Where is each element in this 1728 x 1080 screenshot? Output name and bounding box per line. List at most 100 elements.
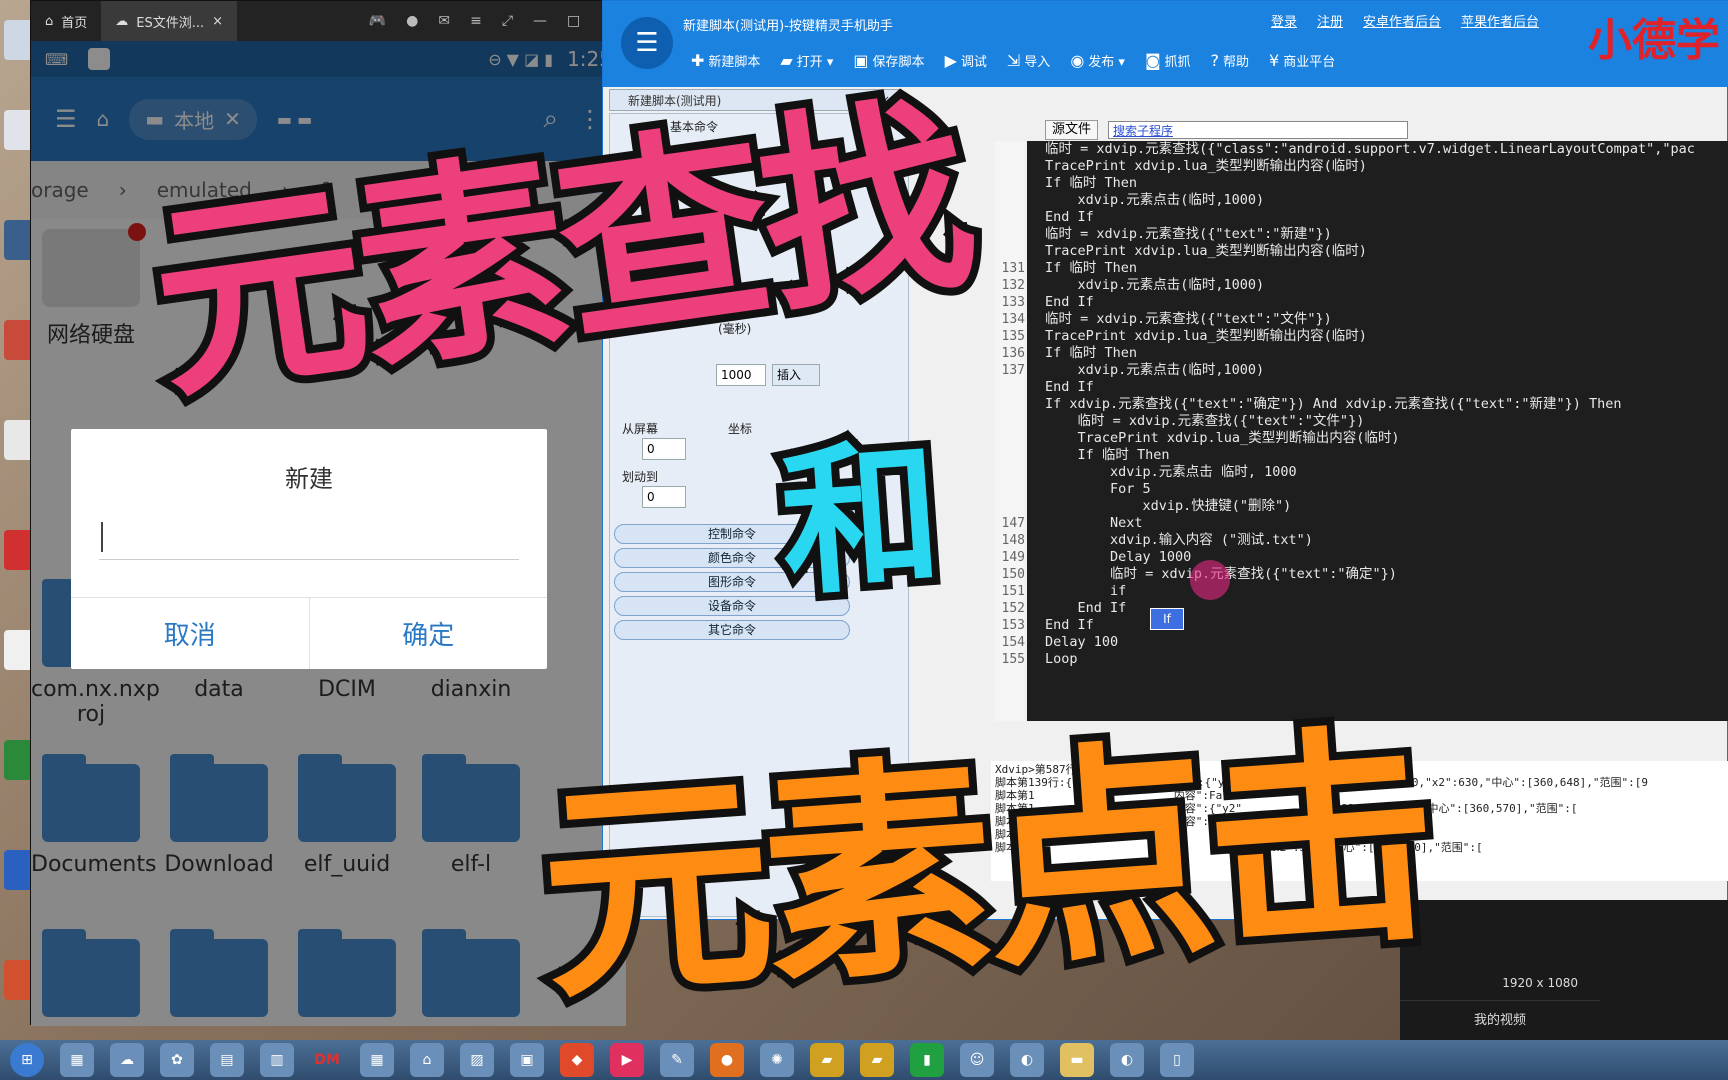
line-number xyxy=(995,226,1025,243)
code-line[interactable]: 临时 = xdvip.元素查找({"text":"确定"}) xyxy=(1045,566,1728,583)
taskbar-app-icon[interactable]: ▦ xyxy=(60,1043,94,1077)
code-line[interactable]: Delay 100 xyxy=(1045,634,1728,651)
code-line[interactable]: End If xyxy=(1045,379,1728,396)
start-button[interactable]: ⊞ xyxy=(10,1043,44,1077)
account-links: 登录 注册 安卓作者后台 苹果作者后台 xyxy=(1271,11,1539,30)
code-toolbar: 源文件 搜索子程序 xyxy=(1035,119,1725,141)
folder-icon[interactable]: ▬ xyxy=(1060,1043,1094,1077)
headline-element-click: 元素点击 xyxy=(525,695,1445,1039)
taskbar-app-icon[interactable]: ● xyxy=(710,1043,744,1077)
menu-icon[interactable]: ☰ xyxy=(621,17,673,69)
my-videos-button[interactable]: 我的视频 xyxy=(1400,1000,1600,1040)
taskbar-app-icon[interactable]: ☺ xyxy=(960,1043,994,1077)
code-line[interactable]: xdvip.元素点击(临时,1000) xyxy=(1045,192,1728,209)
taskbar-app-icon[interactable]: ▰ xyxy=(810,1043,844,1077)
restore-icon[interactable]: ⤢ xyxy=(502,13,513,29)
line-number: 131 xyxy=(1001,261,1025,276)
x1-input[interactable]: 0 xyxy=(642,438,686,460)
login-link[interactable]: 登录 xyxy=(1271,11,1297,30)
taskbar-app-icon[interactable]: ⌂ xyxy=(410,1043,444,1077)
code-line[interactable]: If 临时 Then xyxy=(1045,175,1728,192)
taskbar-app-icon[interactable]: ✎ xyxy=(660,1043,694,1077)
taskbar-app-icon[interactable]: ✺ xyxy=(760,1043,794,1077)
taskbar-app-icon[interactable]: ▤ xyxy=(210,1043,244,1077)
gamepad-icon[interactable]: 🎮 xyxy=(369,13,386,29)
ok-button[interactable]: 确定 xyxy=(310,598,548,669)
android-author-link[interactable]: 安卓作者后台 xyxy=(1363,11,1441,30)
code-line[interactable]: TracePrint xdvip.lua_类型判断输出内容(临时) xyxy=(1045,430,1728,447)
code-line[interactable]: End If xyxy=(1045,209,1728,226)
emulator-titlebar: ⌂首页 ☁ES文件浏...× 🎮 ● ✉ ≡ ⤢ — □ ✕ xyxy=(31,1,626,41)
line-numbers: 131 132 133 134 135 136 137 147 148 149 150 151 152… xyxy=(995,141,1025,721)
delay-input[interactable]: 1000 xyxy=(716,364,766,386)
taskbar-app-icon[interactable]: ◐ xyxy=(1110,1043,1144,1077)
maximize-icon[interactable]: □ xyxy=(567,13,580,29)
tab-label: ES文件浏... xyxy=(136,15,205,31)
code-line[interactable]: xdvip.元素点击(临时,1000) xyxy=(1045,277,1728,294)
business-button[interactable]: ¥ 商业平台 xyxy=(1269,51,1335,70)
code-line[interactable]: TracePrint xdvip.lua_类型判断输出内容(临时) xyxy=(1045,158,1728,175)
publish-button[interactable]: ◉ 发布 ▾ xyxy=(1070,51,1125,70)
register-link[interactable]: 注册 xyxy=(1317,11,1343,30)
code-line[interactable]: End If xyxy=(1045,617,1728,634)
dm-app-icon[interactable]: DM xyxy=(310,1043,344,1077)
code-line[interactable]: If 临时 Then xyxy=(1045,447,1728,464)
code-line[interactable]: xdvip.输入内容 ("测试.txt") xyxy=(1045,532,1728,549)
code-line[interactable]: xdvip.元素点击 临时, 1000 xyxy=(1045,464,1728,481)
resolution-label: 1920 x 1080 xyxy=(1502,976,1578,990)
taskbar-app-icon[interactable]: ◐ xyxy=(1010,1043,1044,1077)
import-button[interactable]: ⇲ 导入 xyxy=(1007,51,1050,70)
code-line[interactable]: For 5 xyxy=(1045,481,1728,498)
taskbar-app-icon[interactable]: ▥ xyxy=(260,1043,294,1077)
code-line[interactable]: 临时 = xdvip.元素查找({"text":"新建"}) xyxy=(1045,226,1728,243)
code-line[interactable]: TracePrint xdvip.lua_类型判断输出内容(临时) xyxy=(1045,328,1728,345)
code-line[interactable]: TracePrint xdvip.lua_类型判断输出内容(临时) xyxy=(1045,243,1728,260)
taskbar-app-icon[interactable]: ✿ xyxy=(160,1043,194,1077)
code-editor[interactable]: 临时 = xdvip.元素查找({"class":"android.suppor… xyxy=(1027,141,1728,721)
cloud-icon[interactable]: ☁ xyxy=(110,1043,144,1077)
search-subroutine-input[interactable]: 搜索子程序 xyxy=(1108,121,1409,139)
minimize-icon[interactable]: — xyxy=(533,13,547,29)
x2-input[interactable]: 0 xyxy=(642,486,686,508)
code-line[interactable]: xdvip.元素点击(临时,1000) xyxy=(1045,362,1728,379)
code-line[interactable]: Delay 1000 xyxy=(1045,549,1728,566)
taskbar-app-icon[interactable]: ▶ xyxy=(610,1043,644,1077)
line-number: 150 xyxy=(1001,567,1025,582)
taskbar-app-icon[interactable]: ▣ xyxy=(510,1043,544,1077)
taskbar-app-icon[interactable]: ◆ xyxy=(560,1043,594,1077)
cloud-icon: ☁ xyxy=(115,13,129,29)
filename-input[interactable] xyxy=(99,514,519,560)
code-line[interactable]: If 临时 Then xyxy=(1045,345,1728,362)
taskbar-app-icon[interactable]: ▰ xyxy=(860,1043,894,1077)
taskbar-app-icon[interactable]: ▨ xyxy=(460,1043,494,1077)
tab-home[interactable]: ⌂ 首页 xyxy=(31,1,101,41)
calculator-icon[interactable]: ▦ xyxy=(360,1043,394,1077)
taskbar-app-icon[interactable]: ▮ xyxy=(910,1043,944,1077)
close-icon[interactable]: × xyxy=(212,14,223,29)
capture-button[interactable]: ◙ 抓抓 xyxy=(1145,51,1191,70)
insert-button[interactable]: 插入 xyxy=(772,364,820,386)
publish-icon: ◉ xyxy=(1070,51,1085,70)
code-line[interactable]: End If xyxy=(1045,600,1728,617)
ios-author-link[interactable]: 苹果作者后台 xyxy=(1461,11,1539,30)
autocomplete-popup[interactable]: If xyxy=(1150,608,1184,630)
help-button[interactable]: ? 帮助 xyxy=(1211,51,1250,70)
code-line[interactable]: If 临时 Then xyxy=(1045,260,1728,277)
code-line[interactable]: xdvip.快捷键("删除") xyxy=(1045,498,1728,515)
menu-icon[interactable]: ≡ xyxy=(470,13,482,29)
code-line[interactable]: If xdvip.元素查找({"text":"确定"}) And xdvip.元… xyxy=(1045,396,1728,413)
cancel-button[interactable]: 取消 xyxy=(71,598,310,669)
phone-icon[interactable]: ▯ xyxy=(1160,1043,1194,1077)
code-line[interactable]: End If xyxy=(1045,294,1728,311)
code-line[interactable]: 临时 = xdvip.元素查找({"class":"android.suppor… xyxy=(1045,141,1728,158)
source-file-button[interactable]: 源文件 xyxy=(1045,120,1099,140)
code-line[interactable]: 临时 = xdvip.元素查找({"text":"文件"}) xyxy=(1045,311,1728,328)
code-line[interactable]: Next xyxy=(1045,515,1728,532)
tab-es-file[interactable]: ☁ ES文件浏... × xyxy=(101,1,238,41)
user-icon[interactable]: ● xyxy=(406,13,418,29)
line-number xyxy=(995,498,1025,515)
code-line[interactable]: 临时 = xdvip.元素查找({"text":"文件"}) xyxy=(1045,413,1728,430)
code-line[interactable]: if xyxy=(1045,583,1728,600)
mail-icon[interactable]: ✉ xyxy=(438,13,450,29)
debug-button[interactable]: ▶ 调试 xyxy=(945,51,987,70)
